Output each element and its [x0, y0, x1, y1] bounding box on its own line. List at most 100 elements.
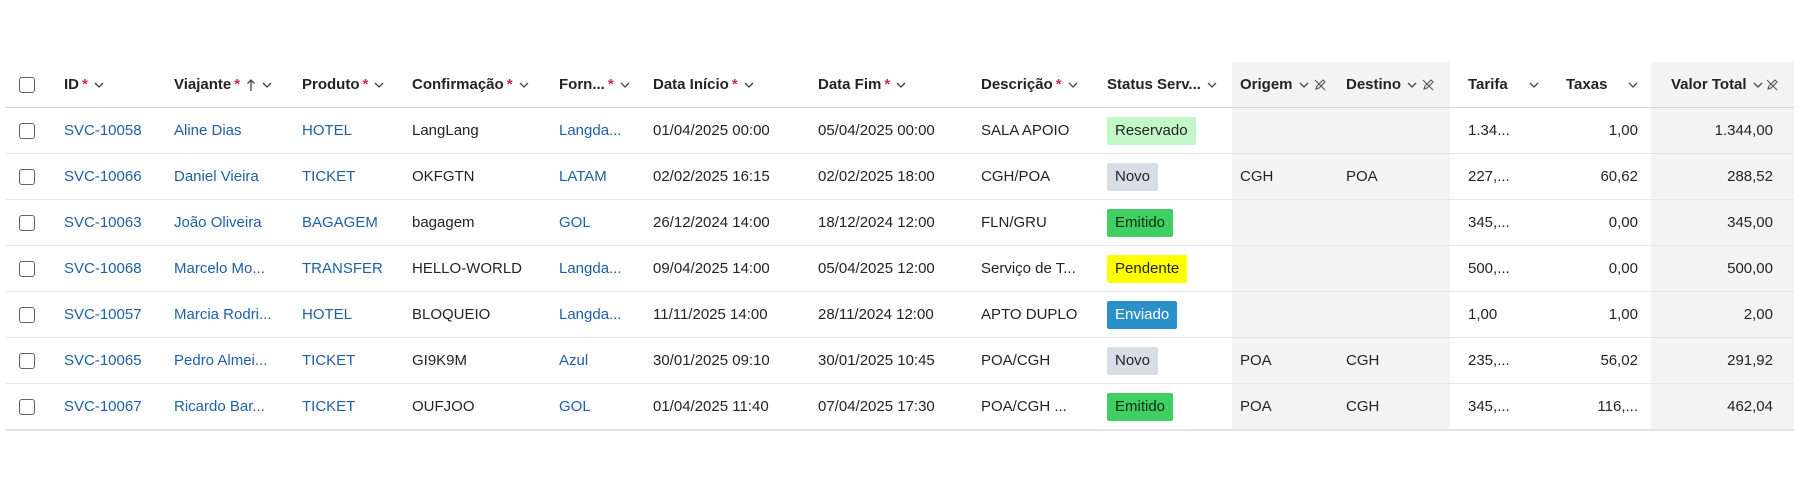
col-header-viajante[interactable]: Viajante * [174, 62, 292, 107]
cell-tarifa: 345,... [1468, 214, 1510, 231]
cell-viajante[interactable]: Ricardo Bar... [174, 384, 292, 429]
cell-tarifa: 500,... [1468, 260, 1510, 277]
row-checkbox[interactable] [19, 306, 35, 323]
col-header-taxas[interactable]: Taxas [1566, 62, 1648, 107]
row-checkbox[interactable] [19, 398, 35, 415]
row-checkbox[interactable] [19, 214, 35, 231]
chevron-down-icon[interactable] [261, 79, 273, 91]
cell-viajante[interactable]: Daniel Vieira [174, 154, 292, 199]
arrow-up-icon[interactable] [246, 78, 256, 92]
table-row[interactable]: SVC-10063 João Oliveira BAGAGEM bagagem … [6, 200, 1794, 246]
cell-tarifa: 345,... [1468, 398, 1510, 415]
table-row[interactable]: SVC-10066 Daniel Vieira TICKET OKFGTN LA… [6, 154, 1794, 200]
col-header-data-inicio[interactable]: Data Início * [653, 62, 803, 107]
col-header-fornecedor[interactable]: Forn... * [559, 62, 659, 107]
row-checkbox[interactable] [19, 352, 35, 369]
cell-fornecedor[interactable]: Langda... [559, 292, 649, 337]
cell-confirmacao: OUFJOO [412, 398, 475, 415]
cell-status: Pendente [1107, 246, 1227, 291]
col-header-status[interactable]: Status Serv... [1107, 62, 1232, 107]
cell-produto[interactable]: TICKET [302, 384, 402, 429]
col-header-destino[interactable]: Destino [1346, 62, 1450, 107]
chevron-down-icon[interactable] [1406, 79, 1418, 91]
row-checkbox[interactable] [19, 260, 35, 277]
cell-valor-total: 1.344,00 [1714, 122, 1773, 139]
col-header-produto-label: Produto [302, 76, 360, 93]
col-header-origem[interactable]: Origem [1240, 62, 1342, 107]
cell-data-fim: 28/11/2024 12:00 [818, 306, 934, 323]
chevron-down-icon[interactable] [619, 79, 631, 91]
chevron-down-icon[interactable] [895, 79, 907, 91]
chevron-down-icon[interactable] [373, 79, 385, 91]
table-row[interactable]: SVC-10057 Marcia Rodri... HOTEL BLOQUEIO… [6, 292, 1794, 338]
col-header-produto[interactable]: Produto * [302, 62, 402, 107]
cell-fornecedor[interactable]: GOL [559, 384, 649, 429]
chevron-down-icon[interactable] [743, 79, 755, 91]
chevron-down-icon[interactable] [1528, 79, 1540, 91]
cell-id[interactable]: SVC-10068 [64, 246, 169, 291]
cell-fornecedor[interactable]: Langda... [559, 246, 649, 291]
cell-viajante[interactable]: Pedro Almei... [174, 338, 292, 383]
status-badge: Novo [1107, 346, 1159, 375]
cell-viajante[interactable]: João Oliveira [174, 200, 292, 245]
cell-produto[interactable]: TICKET [302, 154, 402, 199]
cell-valor-total: 462,04 [1727, 398, 1773, 415]
cell-data-inicio: 11/11/2025 14:00 [653, 306, 768, 323]
cell-status: Emitido [1107, 200, 1227, 245]
cell-data-inicio: 01/04/2025 00:00 [653, 122, 770, 139]
cell-id[interactable]: SVC-10065 [64, 338, 169, 383]
grid-header: ID * Viajante * Produto * Confirmação * … [6, 62, 1794, 108]
cell-id[interactable]: SVC-10063 [64, 200, 169, 245]
required-mark: * [731, 76, 738, 93]
cell-valor-total: 345,00 [1727, 214, 1773, 231]
table-row[interactable]: SVC-10065 Pedro Almei... TICKET GI9K9M A… [6, 338, 1794, 384]
col-header-data-fim[interactable]: Data Fim * [818, 62, 948, 107]
cell-destino [1346, 108, 1446, 153]
cell-fornecedor[interactable]: Langda... [559, 108, 649, 153]
cell-produto[interactable]: TRANSFER [302, 246, 402, 291]
col-header-destino-label: Destino [1346, 76, 1402, 93]
chevron-down-icon[interactable] [1298, 79, 1310, 91]
chevron-down-icon[interactable] [1206, 79, 1218, 91]
cell-status: Novo [1107, 338, 1227, 383]
col-header-tarifa[interactable]: Tarifa [1468, 62, 1550, 107]
cell-taxas: 56,02 [1600, 352, 1638, 369]
cell-status: Reservado [1107, 108, 1227, 153]
select-all-cell [19, 62, 49, 107]
cell-viajante[interactable]: Aline Dias [174, 108, 292, 153]
cell-id[interactable]: SVC-10066 [64, 154, 169, 199]
cell-id[interactable]: SVC-10057 [64, 292, 169, 337]
cell-viajante[interactable]: Marcia Rodri... [174, 292, 292, 337]
chevron-down-icon[interactable] [1627, 79, 1639, 91]
table-row[interactable]: SVC-10067 Ricardo Bar... TICKET OUFJOO G… [6, 384, 1794, 430]
cell-fornecedor[interactable]: GOL [559, 200, 649, 245]
cell-taxas: 1,00 [1608, 122, 1638, 139]
table-row[interactable]: SVC-10058 Aline Dias HOTEL LangLang Lang… [6, 108, 1794, 154]
cell-data-fim: 05/04/2025 00:00 [818, 122, 935, 139]
col-header-descricao[interactable]: Descrição * [981, 62, 1091, 107]
cell-status: Novo [1107, 154, 1227, 199]
cell-produto[interactable]: TICKET [302, 338, 402, 383]
cell-produto[interactable]: HOTEL [302, 292, 402, 337]
select-all-checkbox[interactable] [19, 76, 35, 93]
cell-id[interactable]: SVC-10058 [64, 108, 169, 153]
cell-status: Emitido [1107, 384, 1227, 429]
chevron-down-icon[interactable] [518, 79, 530, 91]
cell-fornecedor[interactable]: LATAM [559, 154, 649, 199]
col-header-valor-total[interactable]: Valor Total [1671, 62, 1791, 107]
cell-produto[interactable]: BAGAGEM [302, 200, 402, 245]
chevron-down-icon[interactable] [93, 79, 105, 91]
cell-produto[interactable]: HOTEL [302, 108, 402, 153]
col-header-id[interactable]: ID * [64, 62, 169, 107]
cell-id[interactable]: SVC-10067 [64, 384, 169, 429]
row-checkbox[interactable] [19, 168, 35, 185]
cell-viajante[interactable]: Marcelo Mo... [174, 246, 292, 291]
col-header-confirmacao[interactable]: Confirmação * [412, 62, 542, 107]
chevron-down-icon[interactable] [1067, 79, 1079, 91]
cell-fornecedor[interactable]: Azul [559, 338, 649, 383]
cell-confirmacao: LangLang [412, 122, 479, 139]
cell-origem: POA [1240, 398, 1272, 415]
table-row[interactable]: SVC-10068 Marcelo Mo... TRANSFER HELLO-W… [6, 246, 1794, 292]
chevron-down-icon[interactable] [1752, 79, 1764, 91]
row-checkbox[interactable] [19, 122, 35, 139]
